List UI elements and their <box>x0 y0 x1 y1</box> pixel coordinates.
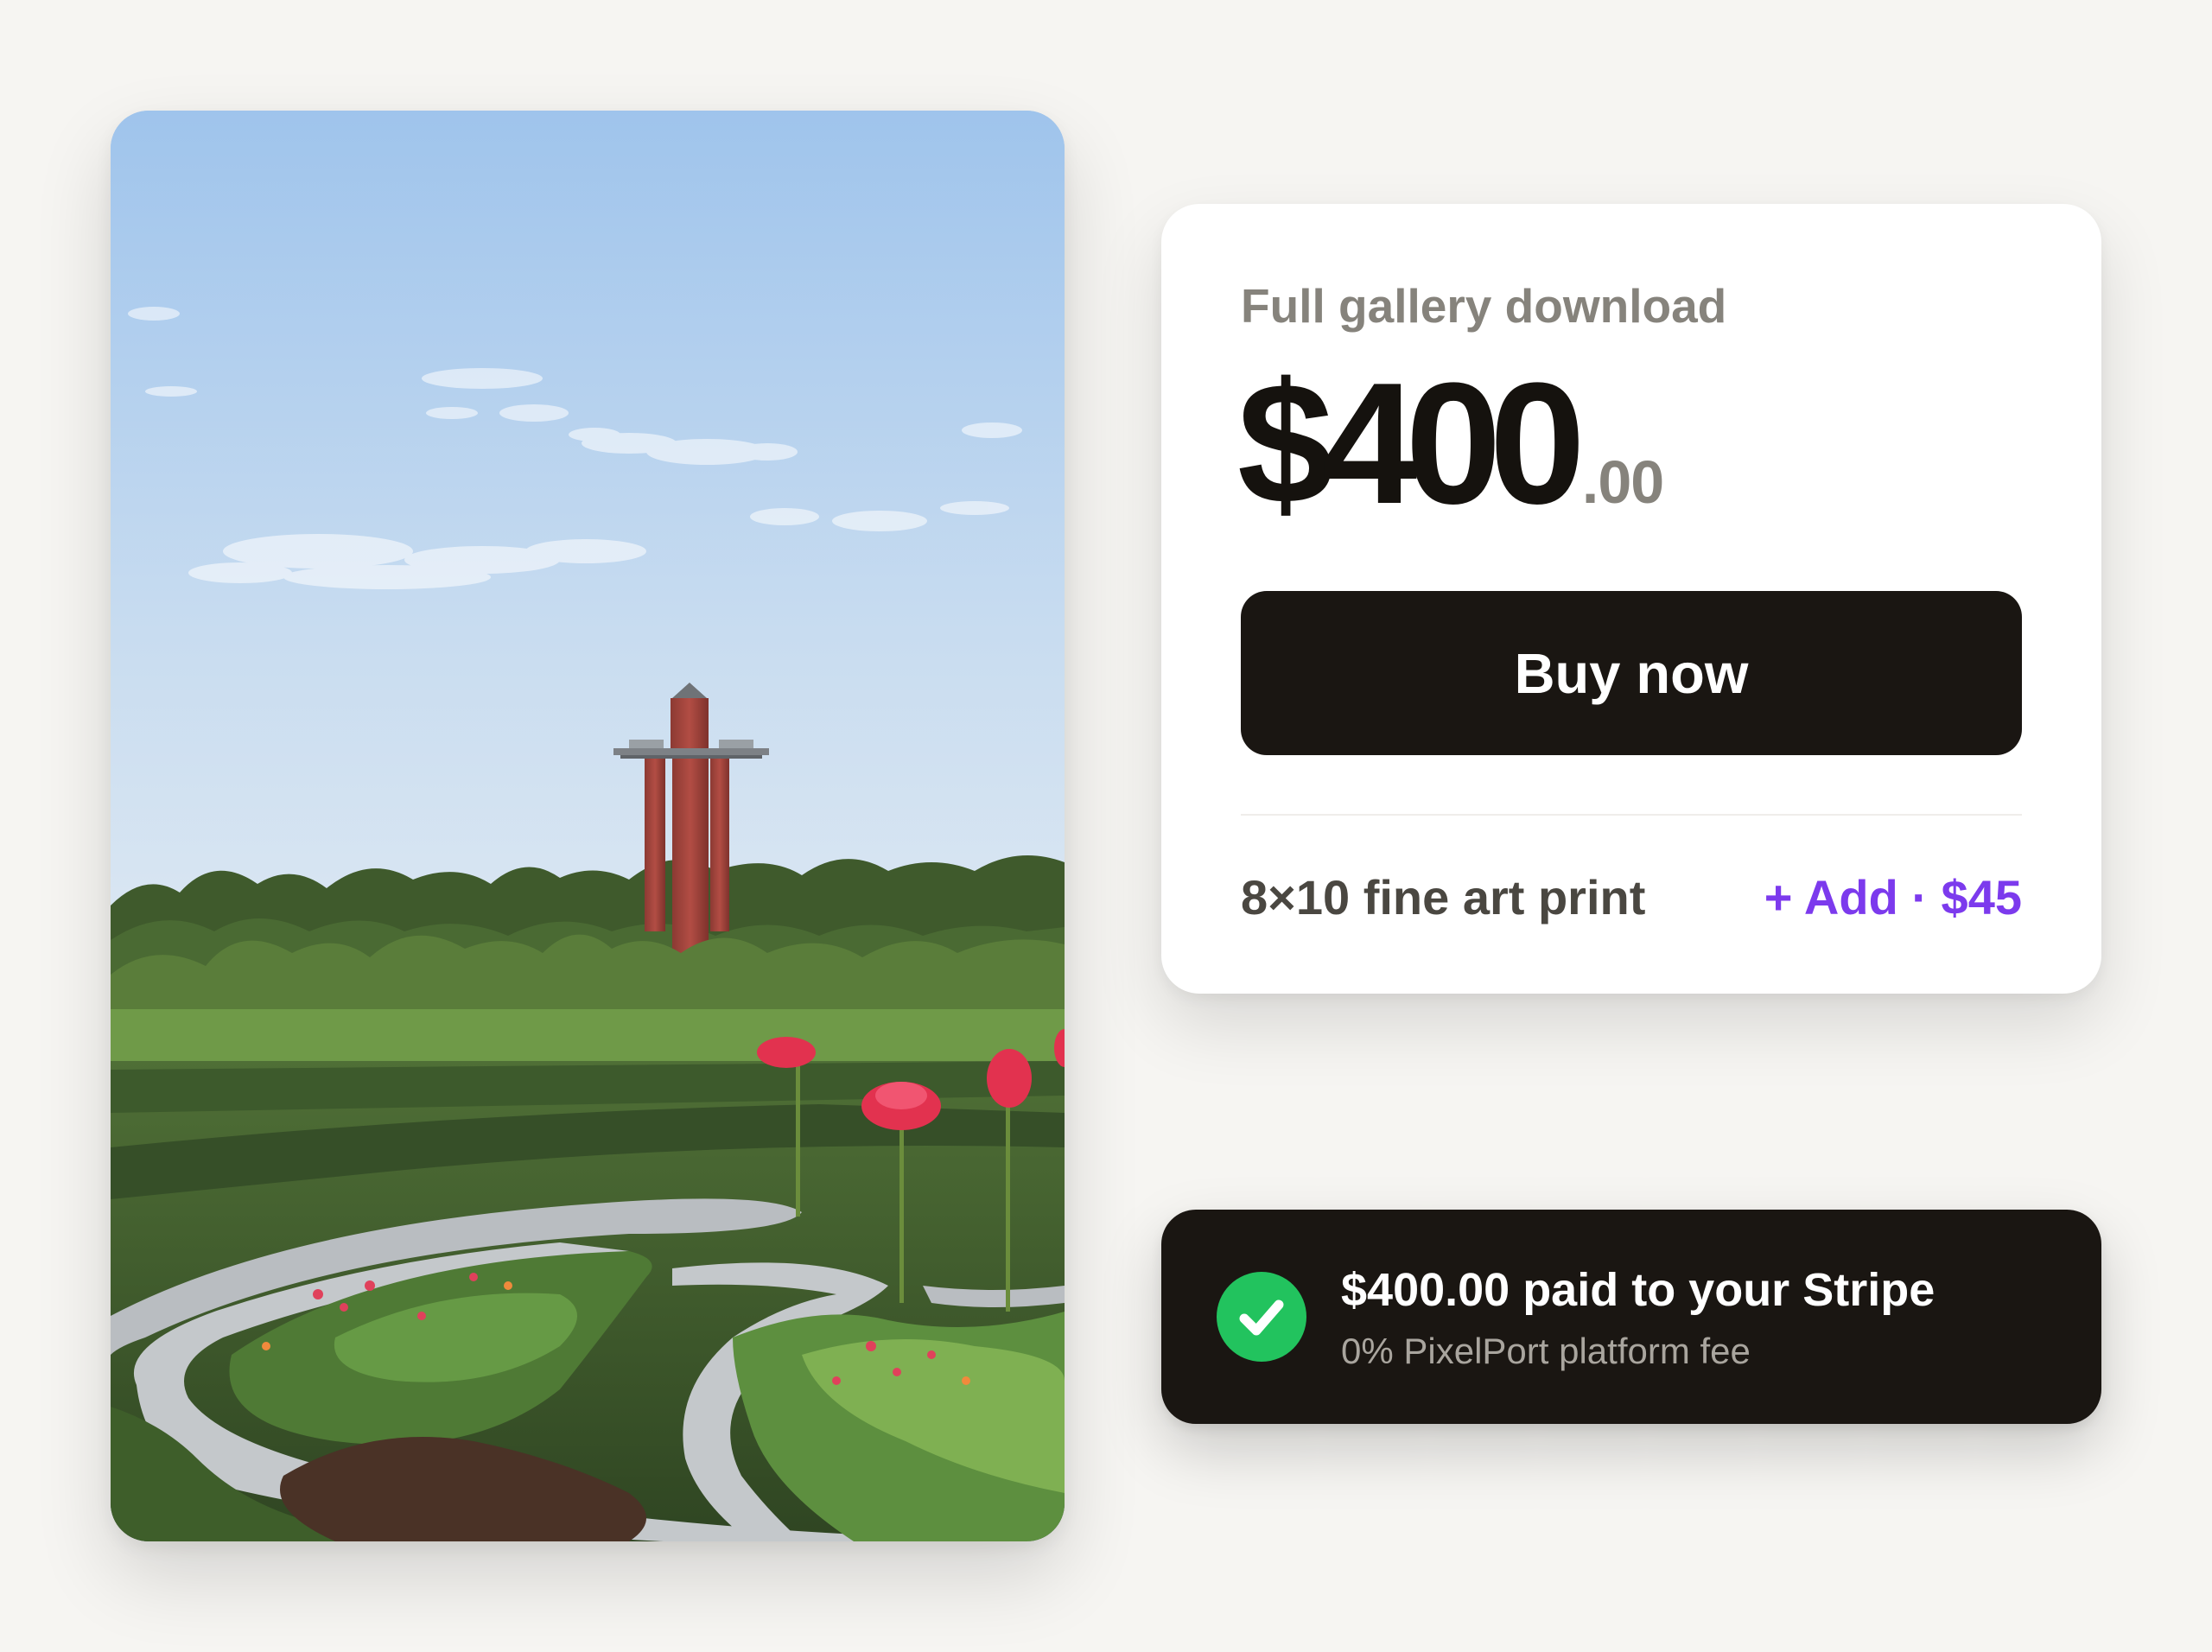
price-amount: $400 <box>1237 347 1586 540</box>
purchase-card: Full gallery download $400.00 Buy now 8×… <box>1161 204 2101 994</box>
divider <box>1241 814 2022 816</box>
garden-photo-image <box>111 111 1065 1541</box>
payment-confirmation-toast: $400.00 paid to your Stripe 0% PixelPort… <box>1161 1210 2101 1424</box>
product-label: Full gallery download <box>1241 279 1727 333</box>
price-display: $400.00 <box>1237 358 1664 531</box>
gallery-photo <box>111 111 1065 1541</box>
payment-title: $400.00 paid to your Stripe <box>1341 1264 1936 1316</box>
add-print-button[interactable]: + Add · $45 <box>1764 869 2022 925</box>
buy-now-button[interactable]: Buy now <box>1241 591 2022 755</box>
addon-label: 8×10 fine art print <box>1241 870 1646 924</box>
payment-subtitle: 0% PixelPort platform fee <box>1341 1331 1751 1371</box>
check-icon <box>1217 1272 1306 1362</box>
price-cents: .00 <box>1581 448 1664 516</box>
